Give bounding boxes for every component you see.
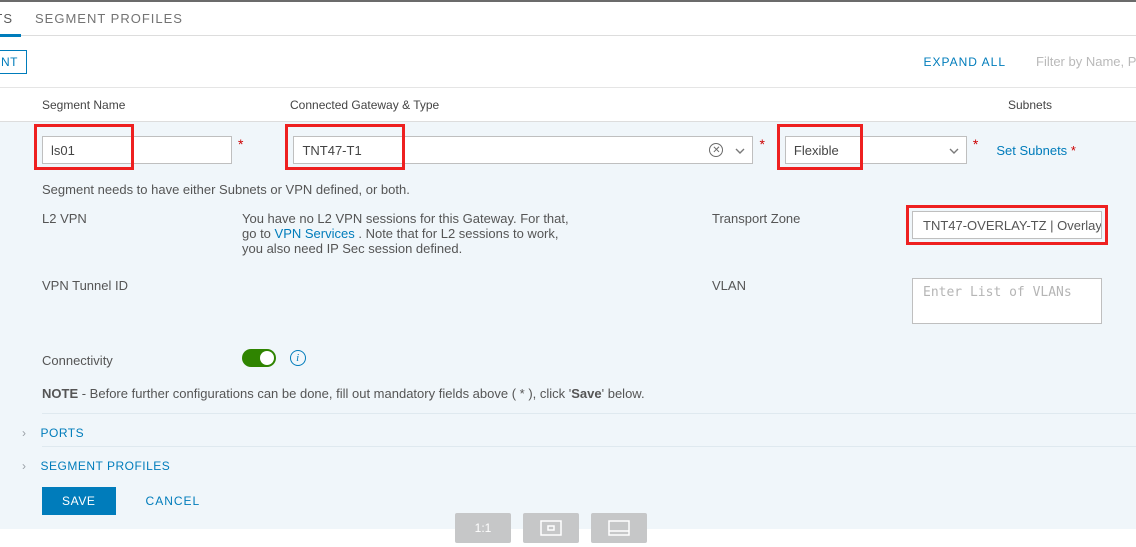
required-indicator: * — [238, 136, 243, 152]
vpn-tunnel-id-label: VPN Tunnel ID — [42, 278, 242, 327]
l2vpn-label: L2 VPN — [42, 211, 242, 256]
vpn-tunnel-id-value — [242, 278, 712, 327]
required-indicator: * — [973, 136, 978, 152]
input-row: * ✕ * * Set Subnets * — [0, 122, 1136, 178]
tab-bar: NTS SEGMENT PROFILES — [0, 2, 1136, 36]
tab-segment-profiles[interactable]: SEGMENT PROFILES — [31, 2, 201, 36]
header-subnets: Subnets — [1008, 98, 1136, 112]
type-wrap — [785, 136, 967, 164]
gateway-wrap: ✕ — [293, 136, 753, 164]
note-text: NOTE - Before further configurations can… — [0, 368, 1136, 407]
segment-name-input[interactable] — [42, 136, 232, 164]
vlan-label: VLAN — [712, 278, 912, 327]
tab-segments[interactable]: NTS — [0, 2, 31, 36]
transport-zone-select[interactable]: TNT47-OVERLAY-TZ | Overlay — [912, 211, 1102, 239]
expander-segment-profiles[interactable]: ›SEGMENT PROFILES — [0, 447, 1136, 473]
header-segment-name: Segment Name — [42, 98, 290, 112]
vlan-input[interactable] — [912, 278, 1102, 324]
transport-zone-label: Transport Zone — [712, 211, 912, 256]
add-segment-button[interactable]: NT — [0, 50, 27, 74]
l2vpn-text: You have no L2 VPN sessions for this Gat… — [242, 211, 712, 256]
filter-input[interactable] — [1036, 50, 1136, 74]
save-bar: SAVE CANCEL — [0, 473, 1136, 515]
grid-header: Segment Name Connected Gateway & Type Su… — [0, 88, 1136, 122]
connectivity-toggle[interactable] — [242, 349, 276, 367]
layout-icon[interactable] — [591, 513, 647, 543]
hint-text: Segment needs to have either Subnets or … — [0, 178, 1136, 211]
connectivity-label: Connectivity — [42, 349, 242, 368]
vpn-services-link[interactable]: VPN Services — [275, 226, 355, 241]
segment-name-wrap — [42, 136, 232, 164]
expander-ports[interactable]: ›PORTS — [0, 414, 1136, 440]
details-grid: L2 VPN You have no L2 VPN sessions for t… — [0, 211, 1136, 368]
required-indicator: * — [759, 136, 764, 152]
cancel-link[interactable]: CANCEL — [146, 494, 201, 508]
set-subnets-link[interactable]: Set Subnets * — [996, 143, 1076, 158]
action-row: NT EXPAND ALL — [0, 36, 1136, 88]
segment-edit-panel: * ✕ * * Set Subnets * Segment needs to h… — [0, 122, 1136, 529]
canvas-toolbar: 1:1 — [455, 513, 647, 543]
gateway-input[interactable] — [293, 136, 753, 164]
page-root: NTS SEGMENT PROFILES NT EXPAND ALL Segme… — [0, 0, 1136, 547]
save-button[interactable]: SAVE — [42, 487, 116, 515]
header-gateway: Connected Gateway & Type — [290, 98, 1008, 112]
chevron-right-icon: › — [22, 426, 27, 440]
expand-all-link[interactable]: EXPAND ALL — [924, 55, 1006, 69]
type-select[interactable] — [785, 136, 967, 164]
zoom-reset-icon[interactable]: 1:1 — [455, 513, 511, 543]
info-icon[interactable]: i — [290, 350, 306, 366]
fit-screen-icon[interactable] — [523, 513, 579, 543]
chevron-right-icon: › — [22, 459, 27, 473]
